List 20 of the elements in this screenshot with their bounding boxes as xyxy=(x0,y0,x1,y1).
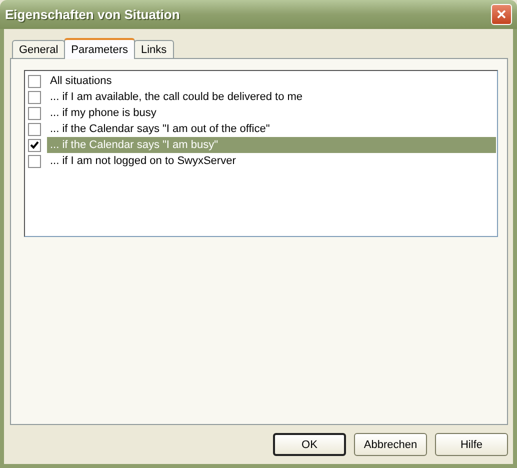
checkbox[interactable] xyxy=(28,154,41,168)
checkbox[interactable] xyxy=(28,90,41,104)
tab[interactable]: General xyxy=(12,40,66,58)
checkbox[interactable] xyxy=(28,122,41,136)
dialog-button[interactable]: Hilfe xyxy=(435,433,508,456)
tab[interactable]: Parameters xyxy=(64,38,135,59)
checkbox[interactable] xyxy=(28,74,41,88)
close-button[interactable]: ✕ xyxy=(491,4,512,25)
list-item[interactable]: All situations xyxy=(47,73,496,89)
dialog-button[interactable]: Abbrechen xyxy=(354,433,427,456)
checkbox[interactable] xyxy=(28,106,41,120)
checkbox[interactable] xyxy=(28,138,41,152)
dialog-button[interactable]: OK xyxy=(273,433,346,456)
list-item[interactable]: ... if I am available, the call could be delivered to me xyxy=(47,89,496,105)
list-item[interactable]: ... if my phone is busy xyxy=(47,105,496,121)
window-title: Eigenschaften von Situation xyxy=(5,7,180,22)
list-item[interactable]: ... if the Calendar says "I am out of the office" xyxy=(47,121,496,137)
tab[interactable]: Links xyxy=(134,40,174,58)
checkmark-icon xyxy=(30,141,39,149)
list-item[interactable]: ... if I am not logged on to SwyxServer xyxy=(47,153,496,169)
